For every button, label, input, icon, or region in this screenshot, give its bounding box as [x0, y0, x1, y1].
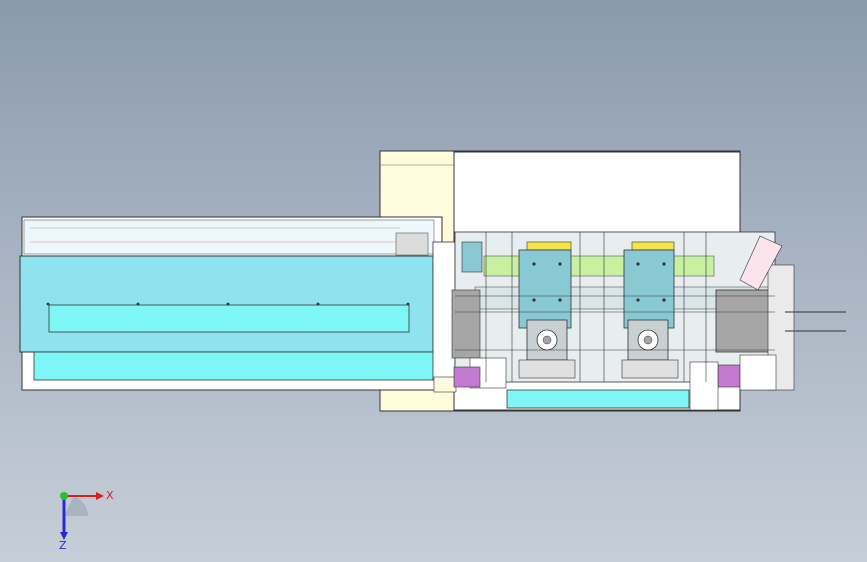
carriage-unit-1	[518, 241, 576, 379]
x-axis-label: X	[106, 489, 114, 502]
coordinate-triad-icon: X Z	[44, 478, 124, 552]
cad-viewport[interactable]: X Z	[0, 0, 867, 562]
left-conveyor	[19, 216, 457, 393]
machine-assembly-model[interactable]	[0, 0, 867, 562]
z-axis-label: Z	[59, 539, 67, 550]
